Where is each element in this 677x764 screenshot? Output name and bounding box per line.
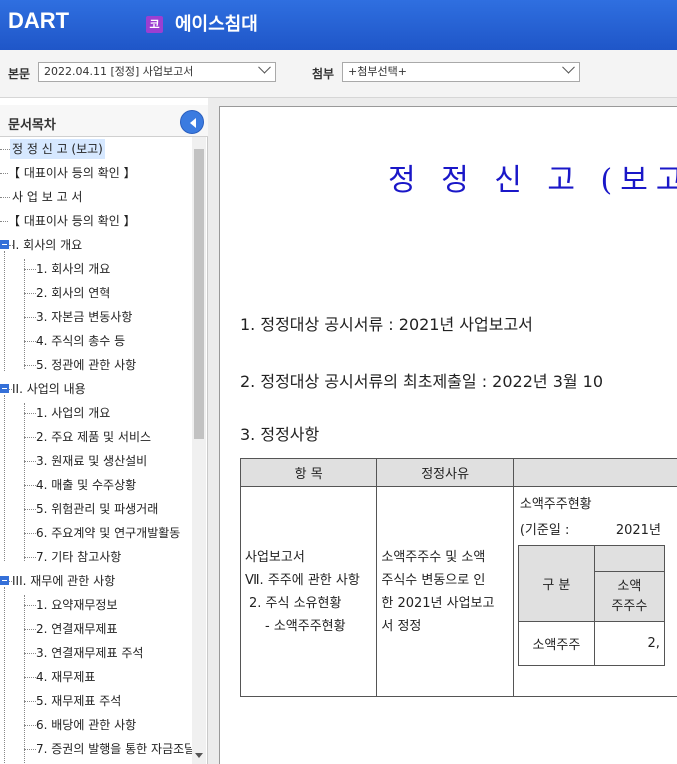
toc-item-label: 2. 주요 제품 및 서비스 xyxy=(36,430,152,444)
correction-target-line: 1. 정정대상 공시서류 : 2021년 사업보고서 xyxy=(240,315,533,334)
reason-line: 서 정정 xyxy=(381,618,422,634)
date-value: 2021년 xyxy=(615,523,661,538)
toc-item-label: 5. 정관에 관한 사항 xyxy=(36,358,137,372)
document-page: 정 정 신 고 (보고 1. 정정대상 공시서류 : 2021년 사업보고서 2… xyxy=(219,106,677,764)
correction-table: 항 목 정정사유 사업보고서 Ⅶ. 주주에 관한 사항 2. 주식 소유현황 -… xyxy=(239,458,677,697)
document-selector-bar: 본문 2022.04.11 [정정] 사업보고서 첨부 +첨부선택+ xyxy=(0,50,677,98)
toc-item-label: 2. 연결재무제표 xyxy=(36,622,118,636)
toc-item-label: III. 재무에 관한 사항 xyxy=(12,574,116,588)
toc-item-label: 2. 회사의 연혁 xyxy=(36,286,111,300)
toc-item-label: 6. 주요계약 및 연구개발활동 xyxy=(36,526,181,540)
table-row: 사업보고서 Ⅶ. 주주에 관한 사항 2. 주식 소유현황 - 소액주주현황 소… xyxy=(239,486,677,697)
toc-title: 문서목차 xyxy=(8,118,56,133)
toc-item-label: II. 사업의 내용 xyxy=(12,382,86,396)
collapse-icon[interactable] xyxy=(0,384,9,393)
corp-type-badge: 코 xyxy=(146,16,163,33)
toc-item-label: 3. 자본금 변동사항 xyxy=(36,310,133,324)
inner-header-count: 소액 주주수 xyxy=(593,571,665,622)
reason-line: 소액주주수 및 소액 xyxy=(381,549,486,565)
toc-item-label: 【 대표이사 등의 확인 】 xyxy=(8,166,136,180)
tree-line xyxy=(4,395,5,561)
toc-tree: 정 정 신 고 (보고) 【 대표이사 등의 확인 】 사 업 보 고 서 【 … xyxy=(0,137,192,764)
toc-scrollbar[interactable] xyxy=(192,137,206,764)
tree-line xyxy=(4,587,5,764)
company-name: 에이스침대 xyxy=(175,14,258,35)
tree-line xyxy=(24,403,25,561)
toc-header: 문서목차 xyxy=(0,105,208,137)
tree-line xyxy=(24,259,25,369)
logo-text: DART xyxy=(8,8,70,33)
inner-header-top xyxy=(593,545,665,572)
item-cell: 사업보고서 Ⅶ. 주주에 관한 사항 2. 주식 소유현황 - 소액주주현황 xyxy=(239,486,378,697)
reason-cell: 소액주주수 및 소액 주식수 변동으로 인 한 2021년 사업보고 서 정정 xyxy=(376,486,514,697)
attach-select[interactable]: +첨부선택+ xyxy=(342,62,580,82)
reference-date: (기준일 : 2021년 xyxy=(519,519,661,538)
toc-item-label: 【 대표이사 등의 확인 】 xyxy=(8,214,136,228)
date-label: (기준일 : xyxy=(519,523,570,538)
chevron-down-icon xyxy=(258,63,271,74)
attach-label: 첨부 xyxy=(312,67,335,81)
item-line: 2. 주식 소유현황 xyxy=(249,595,342,611)
inner-row-value: 2, xyxy=(593,621,665,666)
collapse-icon[interactable] xyxy=(0,240,9,249)
document-title: 정 정 신 고 (보고 xyxy=(388,163,677,198)
inner-row-label: 소액주주 xyxy=(517,621,595,666)
header-reason: 정정사유 xyxy=(376,458,514,487)
toc-item-label: 4. 주식의 총수 등 xyxy=(36,334,126,348)
toc-item-label: 4. 재무제표 xyxy=(36,670,96,684)
inner-row: 소액주주 2, xyxy=(517,621,665,666)
reason-line: 주식수 변동으로 인 xyxy=(381,572,486,588)
inner-row: 구 분 xyxy=(517,545,665,622)
toc-item-label: 7. 기타 참고사항 xyxy=(36,550,122,564)
minority-table: 구 분 소액 주주수 소액주주 2, xyxy=(517,545,665,666)
toc-item-label: 5. 재무제표 주석 xyxy=(36,694,122,708)
inner-header-class: 구 분 xyxy=(517,545,595,622)
item-line: Ⅶ. 주주에 관한 사항 xyxy=(245,572,360,588)
collapse-sidebar-button[interactable] xyxy=(180,110,204,134)
dart-logo[interactable]: DART xyxy=(8,6,69,36)
header-content xyxy=(512,458,677,487)
toc-item-label: 5. 위험관리 및 파생거래 xyxy=(36,502,159,516)
tree-line xyxy=(24,595,25,764)
scroll-down-icon[interactable] xyxy=(195,753,203,758)
minority-title: 소액주주현황 xyxy=(519,497,592,512)
toc-item-label: 사 업 보 고 서 xyxy=(12,190,83,204)
toc-item-label: 6. 배당에 관한 사항 xyxy=(36,718,137,732)
scrollbar-thumb[interactable] xyxy=(194,149,204,439)
chevron-down-icon xyxy=(562,63,575,74)
content-cell: 소액주주현황 (기준일 : 2021년 구 분 소액 주주수 소액주주 2, xyxy=(512,486,677,697)
top-header: DART 코 에이스침대 xyxy=(0,0,677,50)
main-doc-label: 본문 xyxy=(8,67,31,81)
toc-item-label: 4. 매출 및 수주상황 xyxy=(36,478,137,492)
item-line: 사업보고서 xyxy=(245,549,305,565)
attach-value: +첨부선택+ xyxy=(348,65,407,78)
main-doc-value: 2022.04.11 [정정] 사업보고서 xyxy=(44,65,194,78)
toc-item-label: 3. 연결재무제표 주석 xyxy=(36,646,144,660)
toc-sidebar: 문서목차 정 정 신 고 (보고) 【 대표이사 등의 확인 】 사 업 보 고… xyxy=(0,105,208,764)
inner-header-line: 소액 xyxy=(617,578,642,594)
toc-item-label: 3. 원재료 및 생산설비 xyxy=(36,454,148,468)
toc-item-label: 1. 회사의 개요 xyxy=(36,262,111,276)
item-line: - 소액주주현황 xyxy=(265,618,346,634)
document-viewer: 정 정 신 고 (보고 1. 정정대상 공시서류 : 2021년 사업보고서 2… xyxy=(208,98,677,764)
table-header-row: 항 목 정정사유 xyxy=(239,458,677,487)
collapse-icon[interactable] xyxy=(0,576,9,585)
header-item: 항 목 xyxy=(239,458,378,487)
inner-header-line: 주주수 xyxy=(611,598,648,614)
toc-item-label: I. 회사의 개요 xyxy=(12,238,83,252)
tree-line xyxy=(4,251,5,371)
first-submission-line: 2. 정정대상 공시서류의 최초제출일 : 2022년 3월 10 xyxy=(240,372,604,391)
toc-item-label: 정 정 신 고 (보고) xyxy=(10,139,105,159)
main-doc-select[interactable]: 2022.04.11 [정정] 사업보고서 xyxy=(38,62,276,82)
toc-item-label: 1. 요약재무정보 xyxy=(36,598,118,612)
toc-item-label: 7. 증권의 발행을 통한 자금조달 xyxy=(36,742,192,756)
reason-line: 한 2021년 사업보고 xyxy=(381,595,495,611)
correction-items-heading: 3. 정정사항 xyxy=(240,425,320,444)
toc-item-label: 1. 사업의 개요 xyxy=(36,406,111,420)
